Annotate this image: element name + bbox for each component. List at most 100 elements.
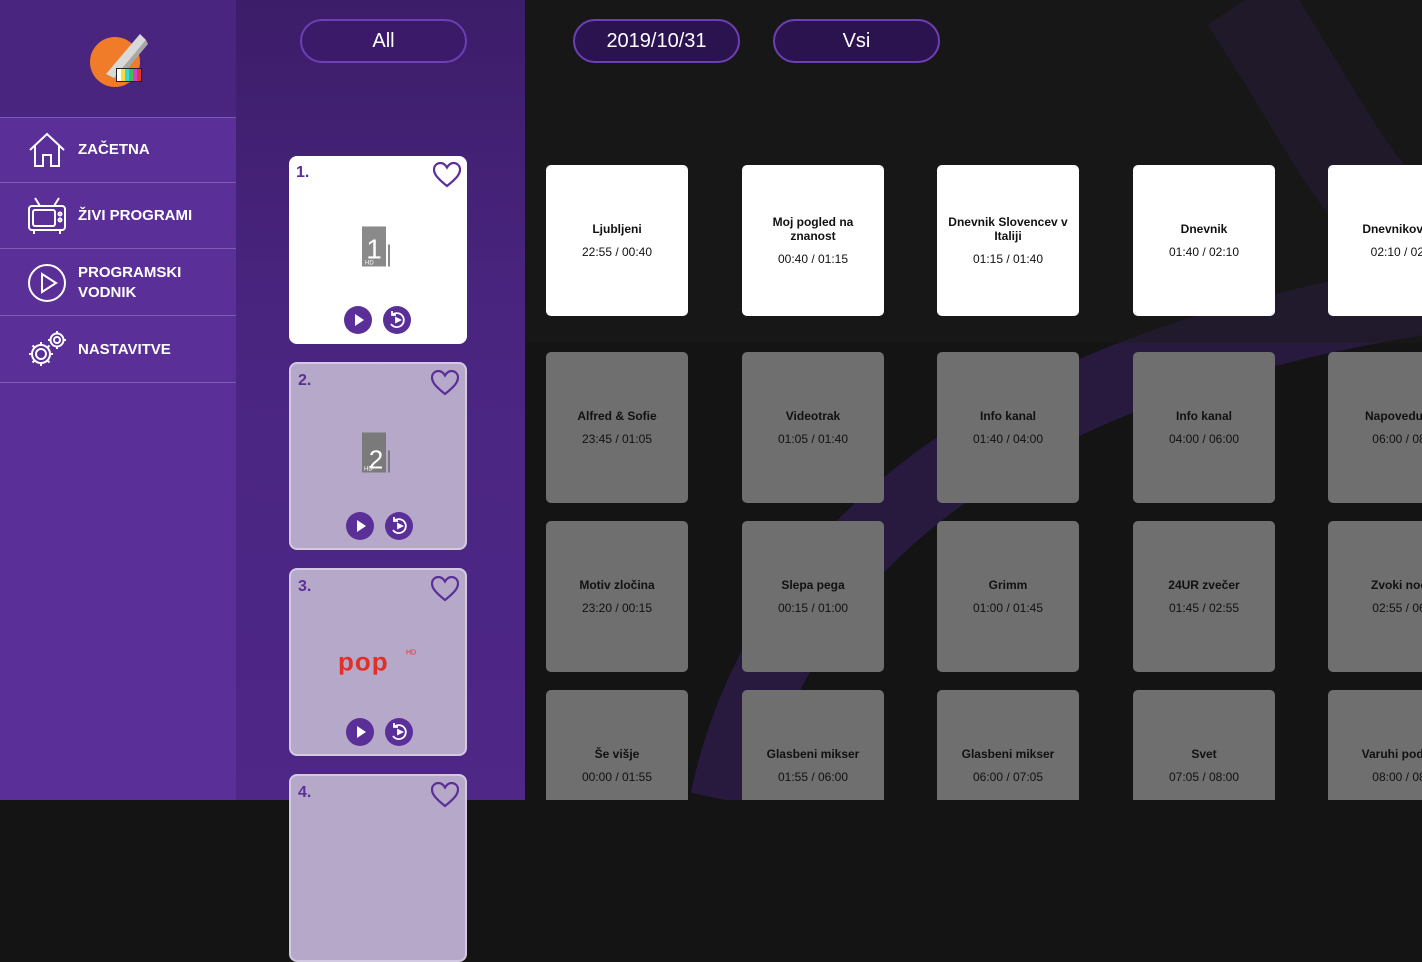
program-time: 01:40 / 02:10 bbox=[1168, 245, 1240, 259]
play-icon bbox=[357, 520, 366, 532]
replay-icon bbox=[390, 311, 405, 328]
channel-number: 3. bbox=[298, 578, 312, 595]
sidebar-item-label: ŽIVI PROGRAMI bbox=[78, 206, 193, 224]
favorite-heart-icon[interactable] bbox=[431, 576, 459, 602]
program-card[interactable]: Glasbeni mikser 06:00 / 07:05 bbox=[937, 690, 1079, 800]
program-title: Grimm bbox=[988, 578, 1028, 592]
date-selector[interactable]: 2019/10/31 bbox=[573, 19, 740, 63]
logo-area bbox=[0, 0, 236, 117]
svg-text:HD: HD bbox=[406, 650, 416, 657]
program-card[interactable]: Dnevnik 01:40 / 02:10 bbox=[1133, 165, 1275, 316]
app-logo bbox=[90, 34, 148, 87]
program-card[interactable]: Alfred & Sofie 23:45 / 01:05 bbox=[546, 352, 688, 503]
sidebar-item-settings[interactable]: NASTAVITVE bbox=[0, 317, 236, 383]
program-title: Info kanal bbox=[1175, 409, 1232, 423]
program-card[interactable]: Info kanal 01:40 / 04:00 bbox=[937, 352, 1079, 503]
program-time: 01:15 / 01:40 bbox=[972, 252, 1044, 266]
program-title: 24UR zvečer bbox=[1168, 578, 1240, 592]
play-button[interactable] bbox=[344, 306, 372, 334]
program-card[interactable]: Motiv zločina 23:20 / 00:15 bbox=[546, 521, 688, 672]
sidebar-item-guide[interactable]: PROGRAMSKI VODNIK bbox=[0, 250, 236, 316]
program-title: Motiv zločina bbox=[579, 578, 655, 592]
program-card[interactable]: Slepa pega 00:15 / 01:00 bbox=[742, 521, 884, 672]
program-card[interactable]: Glasbeni mikser 01:55 / 06:00 bbox=[742, 690, 884, 800]
program-card[interactable]: Zvoki noč 02:55 / 06 bbox=[1328, 521, 1422, 672]
catchup-button[interactable] bbox=[385, 512, 413, 540]
program-card[interactable]: Varuhi podez 08:00 / 08 bbox=[1328, 690, 1422, 800]
program-card[interactable]: Info kanal 04:00 / 06:00 bbox=[1133, 352, 1275, 503]
program-time: 00:40 / 01:15 bbox=[777, 252, 849, 266]
channel-card[interactable]: 4. bbox=[289, 774, 467, 962]
program-title: Glasbeni mikser bbox=[961, 747, 1055, 761]
program-title: Varuhi podez bbox=[1361, 747, 1422, 761]
program-title: Napoveduje bbox=[1364, 409, 1422, 423]
program-time: 00:15 / 01:00 bbox=[777, 601, 849, 615]
program-time: 08:00 / 08 bbox=[1372, 770, 1422, 784]
program-title: Ljubljeni bbox=[592, 222, 642, 236]
program-time: 01:55 / 06:00 bbox=[777, 770, 849, 784]
sidebar-item-label: ZAČETNA bbox=[78, 141, 150, 158]
play-circle-icon bbox=[28, 263, 66, 302]
home-icon bbox=[29, 132, 65, 167]
program-card[interactable]: Dnevnik Slovencev v Italiji 01:15 / 01:40 bbox=[937, 165, 1079, 316]
program-time: 01:40 / 04:00 bbox=[972, 432, 1044, 446]
replay-icon bbox=[392, 517, 407, 534]
svg-text:pop: pop bbox=[338, 647, 389, 675]
program-card[interactable]: Ljubljeni 22:55 / 00:40 bbox=[546, 165, 688, 316]
favorite-heart-icon[interactable] bbox=[431, 782, 459, 808]
sidebar-item-label: PROGRAMSKI VODNIK bbox=[78, 263, 182, 301]
catchup-button[interactable] bbox=[385, 718, 413, 746]
channel-logo-tv-slo-2: 2 HD bbox=[362, 432, 390, 474]
program-title: Dnevnikov iz bbox=[1362, 222, 1422, 236]
genre-filter[interactable]: Vsi bbox=[773, 19, 940, 63]
program-card[interactable]: 24UR zvečer 01:45 / 02:55 bbox=[1133, 521, 1275, 672]
channel-column: All 1. 1 HD 2. 2 HD 3. pop HD 4. bbox=[236, 0, 525, 962]
program-card[interactable]: Grimm 01:00 / 01:45 bbox=[937, 521, 1079, 672]
program-title: Glasbeni mikser bbox=[766, 747, 860, 761]
channel-card[interactable]: 1. 1 HD bbox=[289, 156, 467, 344]
channel-logo-pop-hd: pop HD bbox=[338, 647, 416, 675]
program-time: 23:45 / 01:05 bbox=[581, 432, 653, 446]
program-title: Slepa pega bbox=[781, 578, 845, 592]
program-time: 06:00 / 08 bbox=[1372, 432, 1422, 446]
channel-number: 1. bbox=[296, 164, 310, 181]
sidebar: ZAČETNA ŽIVI PROGRAMI PROGRAMSKI VODNIK … bbox=[0, 0, 236, 800]
channel-card[interactable]: 2. 2 HD bbox=[289, 362, 467, 550]
program-guide: 2019/10/31 Vsi Ljubljeni 22:55 / 00:40 Moj… bbox=[525, 0, 1422, 800]
program-time: 04:00 / 06:00 bbox=[1168, 432, 1240, 446]
svg-text:HD: HD bbox=[364, 466, 373, 472]
program-card[interactable]: Dnevnikov iz 02:10 / 02: bbox=[1328, 165, 1422, 316]
program-time: 01:00 / 01:45 bbox=[972, 601, 1044, 615]
gears-icon bbox=[29, 330, 66, 366]
favorite-heart-icon[interactable] bbox=[431, 370, 459, 396]
channel-number: 4. bbox=[298, 784, 312, 801]
program-title: Svet bbox=[1191, 747, 1217, 761]
program-title: Info kanal bbox=[979, 409, 1036, 423]
program-time: 01:05 / 01:40 bbox=[777, 432, 849, 446]
program-time: 23:20 / 00:15 bbox=[581, 601, 653, 615]
channel-number: 2. bbox=[298, 372, 312, 389]
channel-group-filter[interactable]: All bbox=[300, 19, 467, 63]
program-card[interactable]: Moj pogled na znanost 00:40 / 01:15 bbox=[742, 165, 884, 316]
program-card[interactable]: Videotrak 01:05 / 01:40 bbox=[742, 352, 884, 503]
program-title: Dnevnik Slovencev v Italiji bbox=[948, 215, 1068, 243]
play-button[interactable] bbox=[346, 512, 374, 540]
program-title: Dnevnik bbox=[1180, 222, 1228, 236]
tv-icon bbox=[28, 196, 66, 234]
catchup-button[interactable] bbox=[383, 306, 411, 334]
program-title: Še višje bbox=[594, 747, 640, 761]
program-time: 01:45 / 02:55 bbox=[1168, 601, 1240, 615]
svg-text:HD: HD bbox=[365, 260, 374, 266]
program-time: 22:55 / 00:40 bbox=[581, 245, 653, 259]
channel-card[interactable]: 3. pop HD bbox=[289, 568, 467, 756]
program-card[interactable]: Še višje 00:00 / 01:55 bbox=[546, 690, 688, 800]
program-title: Videotrak bbox=[785, 409, 841, 423]
program-card[interactable]: Svet 07:05 / 08:00 bbox=[1133, 690, 1275, 800]
program-card[interactable]: Napoveduje 06:00 / 08 bbox=[1328, 352, 1422, 503]
favorite-heart-icon[interactable] bbox=[433, 162, 461, 188]
sidebar-item-live[interactable]: ŽIVI PROGRAMI bbox=[0, 183, 236, 249]
program-time: 02:55 / 06 bbox=[1372, 601, 1422, 615]
sidebar-item-home[interactable]: ZAČETNA bbox=[0, 117, 236, 183]
play-button[interactable] bbox=[346, 718, 374, 746]
program-title: Zvoki noč bbox=[1370, 578, 1422, 592]
